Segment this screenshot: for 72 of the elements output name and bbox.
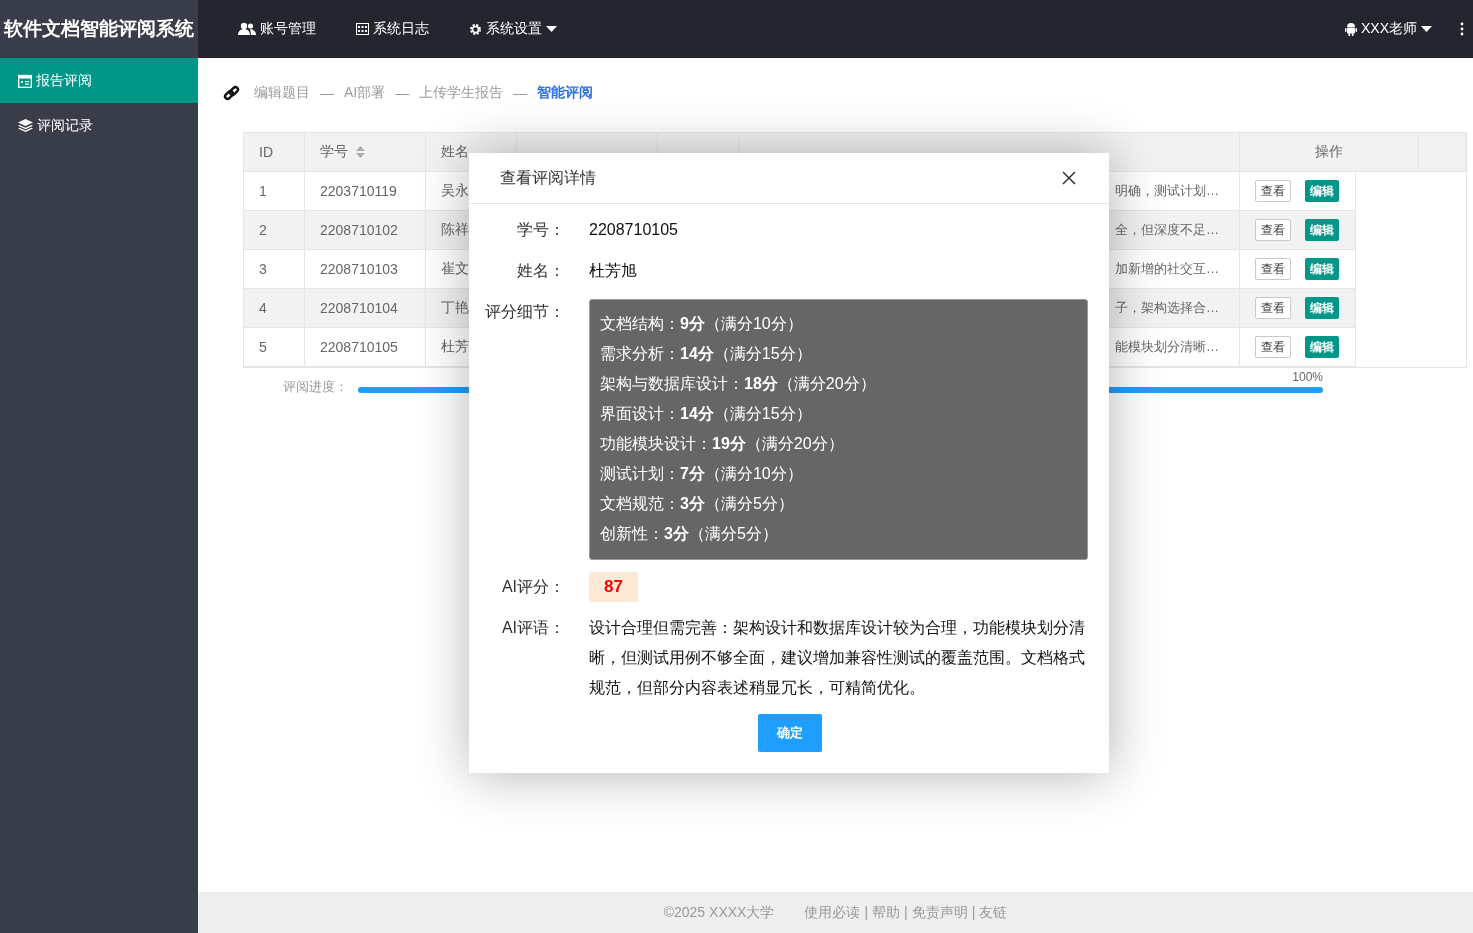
breadcrumb-separator: — (320, 85, 334, 101)
footer-link[interactable]: 使用必读 (804, 903, 861, 922)
score-detail: 测试计划：7分（满分10分） (600, 464, 804, 484)
view-button[interactable]: 查看 (1255, 258, 1291, 280)
users-icon (238, 22, 256, 36)
score-detail: 界面设计：14分（满分15分） (600, 404, 813, 424)
column-header: 操作 (1240, 133, 1419, 172)
view-button[interactable]: 查看 (1255, 219, 1291, 241)
user-menu[interactable]: XXX老师 (1345, 20, 1452, 38)
footer-link[interactable]: 免责声明 (911, 903, 968, 922)
link-divider: | (904, 903, 908, 922)
settings-icon (469, 22, 482, 36)
grid-icon (356, 23, 369, 35)
column-header: ID (244, 133, 305, 172)
close-icon[interactable] (1062, 171, 1076, 185)
breadcrumb-link[interactable]: AI部署 (344, 84, 386, 102)
breadcrumb-link[interactable]: 上传学生报告 (419, 84, 504, 102)
breadcrumb-link[interactable]: 编辑题目 (254, 84, 310, 102)
breadcrumb-link[interactable]: 智能评阅 (537, 84, 594, 102)
field-label: AI评分： (500, 577, 565, 597)
edit-button[interactable]: 编辑 (1305, 180, 1339, 202)
table-cell: 5 (244, 328, 305, 367)
table-cell: 2208710105 (305, 328, 426, 367)
breadcrumb-separator: — (395, 85, 410, 101)
table-cell: 2208710102 (305, 211, 426, 250)
more-menu-icon[interactable] (1460, 22, 1464, 36)
table-cell: 1 (244, 172, 305, 211)
table-cell: 2203710119 (305, 172, 426, 211)
table-cell: 3 (244, 250, 305, 289)
view-button[interactable]: 查看 (1255, 336, 1291, 358)
app-title: 软件文档智能评阅系统 (0, 0, 198, 58)
android-icon (1345, 22, 1357, 36)
progress-label: 评阅进度： (283, 378, 348, 396)
link-divider: | (864, 903, 869, 922)
footer-link[interactable]: 友链 (979, 903, 1008, 922)
table-cell: 4 (244, 289, 305, 328)
calendar-icon (18, 73, 32, 88)
field-label: 学号： (516, 220, 565, 240)
sidebar-item[interactable]: 评阅记录 (0, 103, 198, 148)
field-label: 姓名： (516, 261, 565, 281)
score-detail: 创新性：3分（满分5分） (600, 524, 779, 544)
edit-button[interactable]: 编辑 (1305, 336, 1339, 358)
column-header[interactable]: 学号 (305, 133, 426, 172)
breadcrumb-separator: — (513, 85, 528, 101)
link-icon (223, 84, 240, 102)
confirm-button[interactable]: 确定 (757, 714, 822, 752)
field-label: AI评语： (500, 618, 565, 638)
link-divider: | (971, 903, 976, 922)
sidebar-item[interactable]: 报告评阅 (0, 58, 198, 103)
ai-comment: 设计合理但需完善：架构设计和数据库设计较为合理，功能模块划分清晰，但测试用例不够全面，建议增加兼容性测试的覆盖范围。文档格式规范，但部分内容表述稍显冗长，可精简优化。 (589, 618, 1086, 698)
nav-link[interactable]: 系统日志 (336, 20, 449, 38)
table-cell: 2208710104 (305, 289, 426, 328)
edit-button[interactable]: 编辑 (1305, 297, 1339, 319)
progress-reading: 100% (1292, 370, 1323, 384)
edit-button[interactable]: 编辑 (1305, 219, 1339, 241)
sort-icon (356, 146, 365, 158)
footer-link[interactable]: 帮助 (872, 903, 901, 922)
view-button[interactable]: 查看 (1255, 297, 1291, 319)
edit-button[interactable]: 编辑 (1305, 258, 1339, 280)
view-button[interactable]: 查看 (1255, 180, 1291, 202)
score-detail: 功能模块设计：19分（满分20分） (600, 434, 845, 454)
score-detail: 文档规范：3分（满分5分） (600, 494, 795, 514)
table-cell: 2 (244, 211, 305, 250)
copyright-text: ©2025 XXXX大学 (663, 903, 775, 922)
nav-link[interactable]: 系统设置 (449, 20, 577, 38)
field-value: 杜芳旭 (589, 261, 637, 281)
table-cell: 2208710103 (305, 250, 426, 289)
score-badge: 87 (589, 572, 638, 602)
nav-link[interactable]: 账号管理 (218, 20, 336, 38)
field-value: 2208710105 (589, 220, 678, 240)
score-detail: 架构与数据库设计：18分（满分20分） (600, 374, 877, 394)
layers-icon (18, 119, 33, 132)
